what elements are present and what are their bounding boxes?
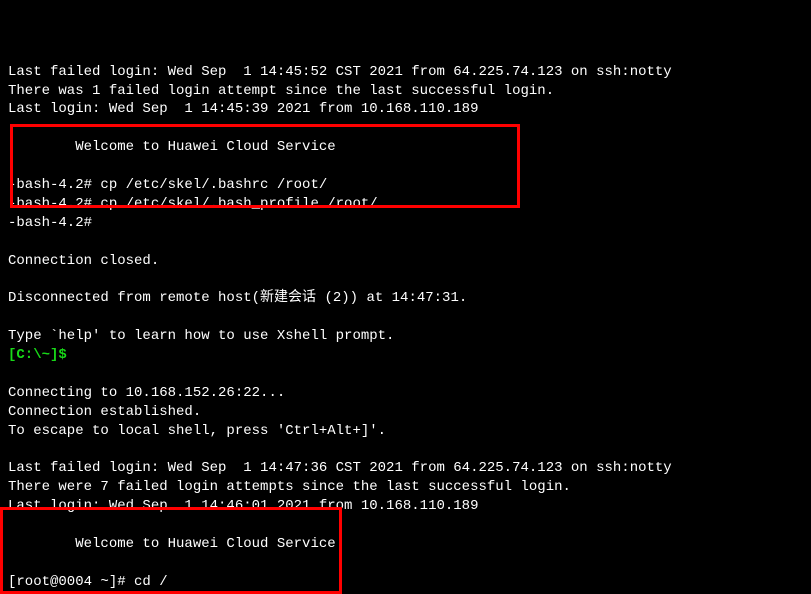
terminal-line: Last login: Wed Sep 1 14:45:39 2021 from…: [8, 100, 803, 119]
terminal-line: [8, 440, 803, 459]
terminal-line: [8, 308, 803, 327]
terminal-line: -bash-4.2# cp /etc/skel/.bash_profile /r…: [8, 195, 803, 214]
terminal-line: Welcome to Huawei Cloud Service: [8, 535, 803, 554]
terminal-line: [root@0004 ~]# cd /: [8, 573, 803, 592]
terminal-line: There was 1 failed login attempt since t…: [8, 82, 803, 101]
terminal-line: [8, 157, 803, 176]
terminal-line: Connecting to 10.168.152.26:22...: [8, 384, 803, 403]
terminal-output: Last failed login: Wed Sep 1 14:45:52 CS…: [8, 44, 803, 594]
terminal-line: Disconnected from remote host(新建会话 (2)) …: [8, 289, 803, 308]
terminal-line: Connection established.: [8, 403, 803, 422]
terminal-line: Last failed login: Wed Sep 1 14:45:52 CS…: [8, 63, 803, 82]
terminal-line: There were 7 failed login attempts since…: [8, 478, 803, 497]
terminal-line: Last failed login: Wed Sep 1 14:47:36 CS…: [8, 459, 803, 478]
terminal-line: Type `help' to learn how to use Xshell p…: [8, 327, 803, 346]
terminal-line: -bash-4.2# cp /etc/skel/.bashrc /root/: [8, 176, 803, 195]
terminal-line: Welcome to Huawei Cloud Service: [8, 138, 803, 157]
terminal-line: [8, 270, 803, 289]
terminal-line: [8, 44, 803, 63]
terminal-line: [8, 516, 803, 535]
terminal-line: Connection closed.: [8, 252, 803, 271]
terminal-line: Last login: Wed Sep 1 14:46:01 2021 from…: [8, 497, 803, 516]
terminal-line: To escape to local shell, press 'Ctrl+Al…: [8, 422, 803, 441]
terminal-line: [8, 554, 803, 573]
terminal-line: [8, 119, 803, 138]
terminal-line: [8, 365, 803, 384]
terminal-line: [C:\~]$: [8, 346, 803, 365]
terminal-line: -bash-4.2#: [8, 214, 803, 233]
terminal-window[interactable]: Last failed login: Wed Sep 1 14:45:52 CS…: [0, 0, 811, 594]
terminal-line: [8, 233, 803, 252]
